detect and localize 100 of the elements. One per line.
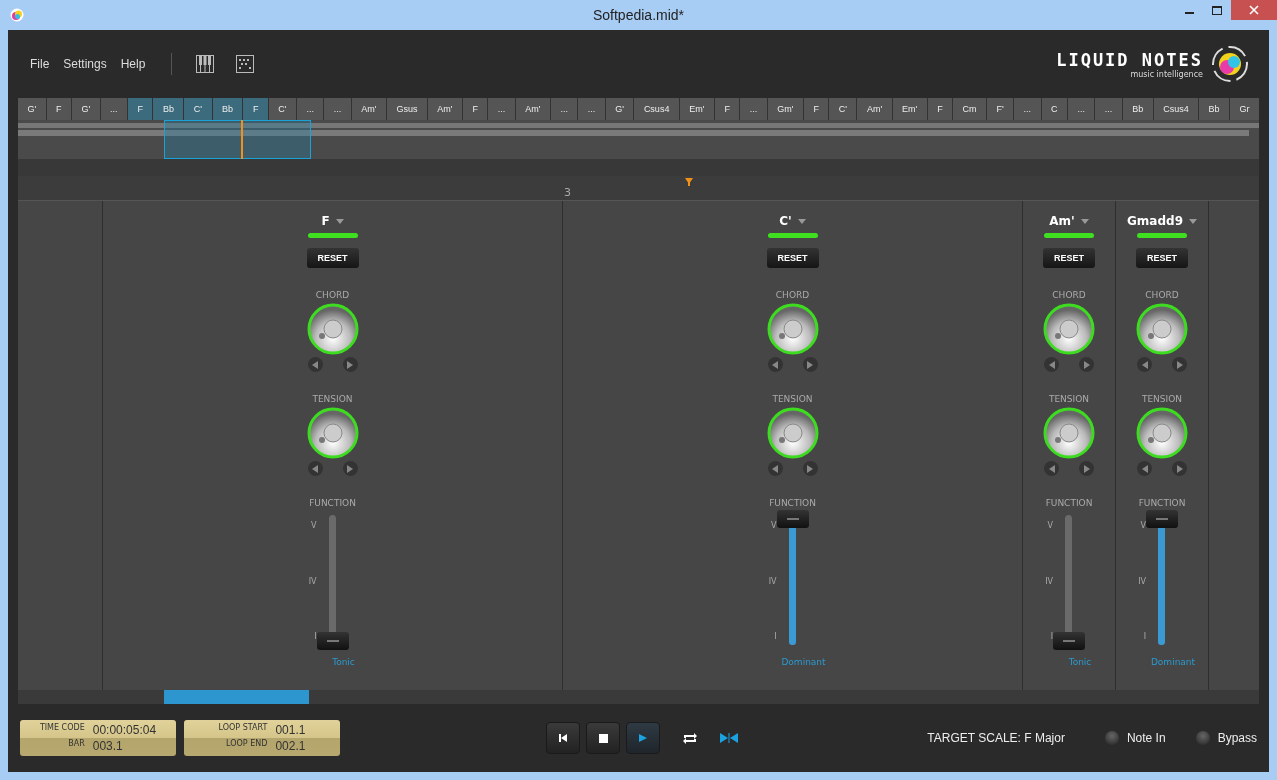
next-button[interactable] [802,357,818,372]
chord-cell[interactable]: Em' [892,98,927,120]
previous-button[interactable] [767,357,783,372]
knob[interactable] [306,303,359,355]
chord-cell[interactable]: ... [100,98,128,120]
chord-cell[interactable]: C' [829,98,857,120]
knob[interactable] [1043,407,1095,459]
chord-cell[interactable]: C [1041,98,1067,120]
caret-icon[interactable] [1189,218,1197,224]
chord-cell[interactable]: ... [1095,98,1122,120]
knob[interactable] [1136,407,1188,459]
chord-dropdown[interactable]: F [321,214,330,228]
chord-cell[interactable]: F [714,98,740,120]
chord-cell[interactable]: Am' [857,98,892,120]
chord-cell[interactable]: Gsus [386,98,427,120]
menu-item[interactable]: File [28,57,52,71]
chord-cell[interactable]: ... [1067,98,1095,120]
chord-cell[interactable]: ... [297,98,324,120]
chord-cell[interactable]: F [463,98,488,120]
chord-cell[interactable]: Cm [953,98,986,120]
previous-button[interactable] [307,461,323,476]
chord-cell[interactable]: ... [550,98,578,120]
piano-icon[interactable] [196,55,215,73]
caret-icon[interactable] [797,218,806,224]
chord-cell[interactable]: Csus4 [634,98,679,120]
chord-cell[interactable]: ... [324,98,351,120]
next-button[interactable] [802,461,818,476]
chord-dropdown[interactable]: Gmadd9 [1127,214,1183,228]
previous-button[interactable] [307,357,323,372]
chord-cell[interactable]: Bb [153,98,184,120]
chord-cell[interactable]: F [803,98,829,120]
song-overview[interactable] [18,120,1259,159]
chord-cell[interactable]: Csus4 [1153,98,1199,120]
scrollbar-thumb[interactable] [164,690,309,704]
menu-item[interactable]: Help [118,57,148,71]
playhead-marker[interactable] [685,178,693,186]
next-button[interactable] [342,461,358,476]
reset-button[interactable]: RESET [1043,248,1095,268]
chord-cell[interactable]: Bb [1122,98,1153,120]
rewind-button[interactable] [546,722,580,754]
chord-dropdown[interactable]: C' [779,214,792,228]
slider-thumb[interactable] [1053,632,1085,651]
chord-cell[interactable]: Bb [212,98,243,120]
reset-button[interactable]: RESET [766,248,819,268]
chord-cell[interactable]: Gm' [767,98,803,120]
next-button[interactable] [1172,461,1187,476]
play-button[interactable] [626,722,660,754]
chord-cell[interactable]: Em' [679,98,714,120]
chord-cell[interactable]: F [128,98,153,120]
chord-cell[interactable]: Am' [351,98,386,120]
chord-cell[interactable]: Gr [1230,98,1259,120]
toggle[interactable]: Bypass [1195,731,1257,745]
knob[interactable] [1136,303,1188,355]
chord-cell[interactable]: ... [488,98,515,120]
chord-cell[interactable]: Am' [427,98,462,120]
chord-cell[interactable]: C' [268,98,296,120]
slider-thumb[interactable] [316,632,349,651]
reset-button[interactable]: RESET [1136,248,1188,268]
reset-button[interactable]: RESET [306,248,359,268]
knob[interactable] [306,407,359,459]
slider-thumb[interactable] [776,509,809,528]
next-button[interactable] [1079,357,1094,372]
knob-label: CHORD [1052,290,1086,300]
chord-cell[interactable]: G' [72,98,100,120]
chord-cell[interactable]: Bb [1199,98,1230,120]
previous-button[interactable] [1137,461,1152,476]
previous-button[interactable] [767,461,783,476]
caret-icon[interactable] [1080,218,1089,224]
stop-button[interactable] [586,722,620,754]
target-scale: TARGET SCALE: F Major [927,731,1065,745]
chord-cell[interactable]: F [927,98,953,120]
chord-cell[interactable]: G' [605,98,634,120]
knob[interactable] [1043,303,1095,355]
snap-icon[interactable] [720,733,738,743]
chord-cell[interactable]: C' [184,98,212,120]
chord-cell[interactable]: ... [740,98,767,120]
chord-cell[interactable]: Am' [515,98,550,120]
next-button[interactable] [1079,461,1094,476]
knob[interactable] [766,407,819,459]
chord-cell[interactable]: ... [1014,98,1041,120]
caret-left-icon [312,464,318,473]
chord-cell[interactable]: F [243,98,268,120]
grid-icon[interactable] [236,55,255,73]
chord-cell[interactable]: G' [18,98,46,120]
next-button[interactable] [342,357,358,372]
toggle[interactable]: Note In [1104,731,1166,745]
knob[interactable] [766,303,819,355]
chord-cell[interactable]: F' [987,98,1014,120]
menu-item[interactable]: Settings [61,57,109,71]
previous-button[interactable] [1044,461,1059,476]
toggle-label: Bypass [1217,731,1257,745]
previous-button[interactable] [1137,357,1152,372]
chord-cell[interactable]: ... [578,98,605,120]
caret-icon[interactable] [335,218,344,224]
chord-cell[interactable]: F [46,98,72,120]
next-button[interactable] [1172,357,1187,372]
previous-button[interactable] [1044,357,1059,372]
loop-icon[interactable] [682,731,698,745]
chord-dropdown[interactable]: Am' [1049,214,1075,228]
slider-thumb[interactable] [1146,509,1178,528]
